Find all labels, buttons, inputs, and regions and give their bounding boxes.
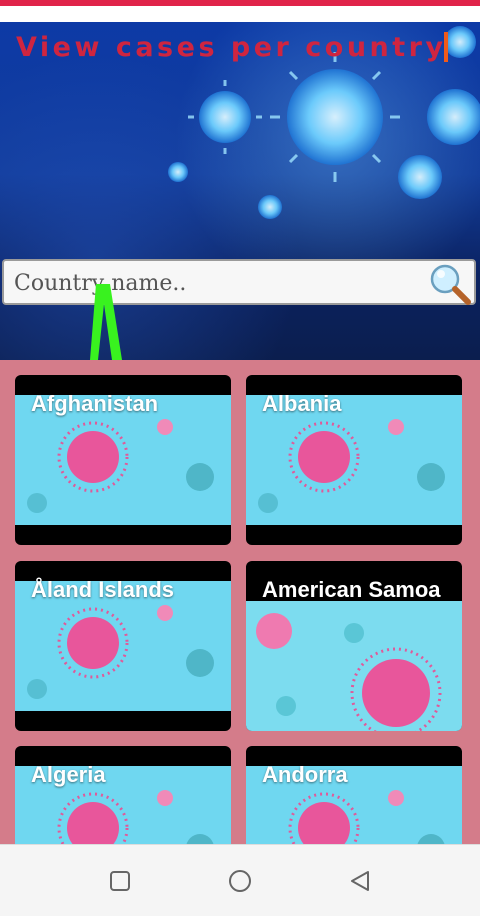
- country-grid: Afghanistan Albania Åland Islands Americ…: [0, 360, 480, 844]
- country-name: Åland Islands: [31, 577, 175, 602]
- circle-icon[interactable]: [228, 869, 252, 893]
- search-box[interactable]: [2, 259, 476, 305]
- country-card-afghanistan[interactable]: Afghanistan: [15, 375, 231, 545]
- country-card-aland-islands[interactable]: Åland Islands: [15, 561, 231, 731]
- android-nav-bar: [0, 844, 480, 916]
- country-name: Albania: [262, 391, 342, 416]
- search-icon[interactable]: [428, 262, 472, 306]
- text-cursor: [444, 32, 448, 62]
- country-card-algeria[interactable]: Algeria: [15, 746, 231, 844]
- country-card-american-samoa[interactable]: American Samoa: [246, 561, 462, 731]
- virus-background-image: [168, 26, 480, 219]
- triangle-back-icon[interactable]: [348, 869, 372, 893]
- country-name: Algeria: [31, 762, 106, 787]
- green-bar-graphic: [90, 284, 122, 360]
- hero-banner: View cases per country: [0, 22, 480, 360]
- country-name: Afghanistan: [31, 391, 159, 416]
- country-card-albania[interactable]: Albania: [246, 375, 462, 545]
- square-icon[interactable]: [108, 869, 132, 893]
- status-bar: [0, 6, 480, 22]
- search-input[interactable]: [12, 265, 416, 301]
- country-card-andorra[interactable]: Andorra: [246, 746, 462, 844]
- country-name: American Samoa: [262, 577, 441, 602]
- virus-card-image: [246, 601, 462, 731]
- country-name: Andorra: [262, 762, 348, 787]
- page-title: View cases per country: [16, 32, 447, 63]
